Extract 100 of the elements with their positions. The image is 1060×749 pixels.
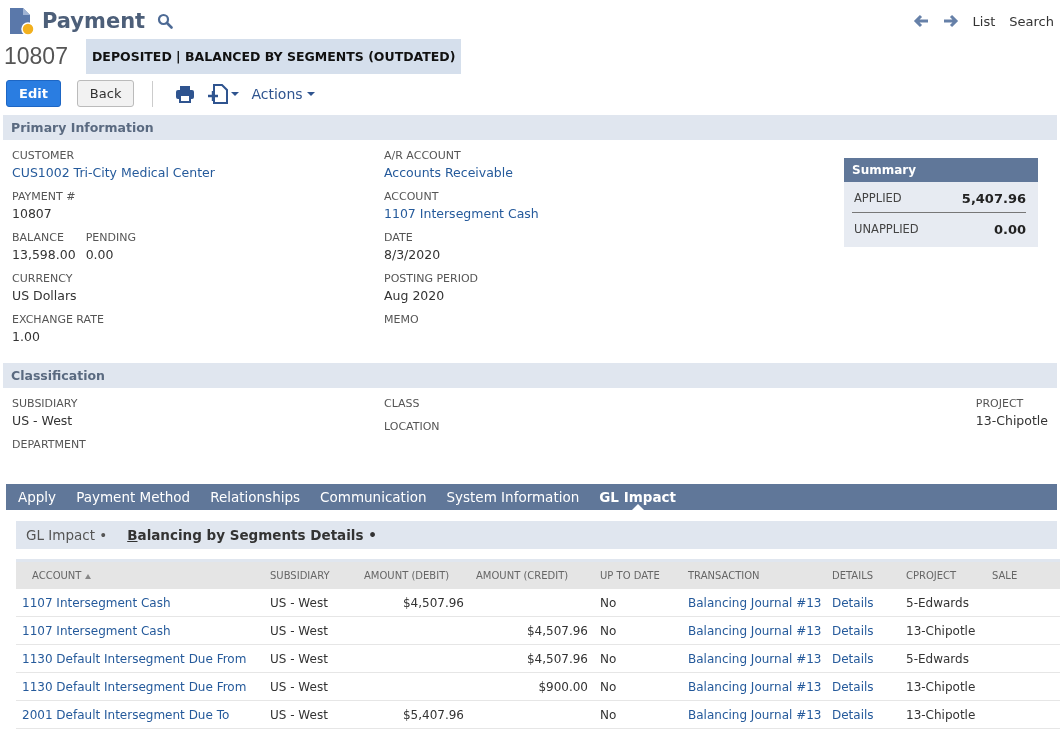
field-label: LOCATION (384, 419, 440, 435)
search-icon[interactable] (157, 13, 174, 29)
field-value: 10807 (12, 205, 53, 223)
column-header[interactable]: SUBSIDIARY (264, 562, 358, 589)
field-link[interactable]: CUS1002 Tri-City Medical Center (12, 165, 215, 180)
new-document-button[interactable] (207, 83, 240, 104)
field-label: SUBSIDIARY (12, 396, 78, 412)
column-header[interactable]: SALE (988, 562, 1060, 589)
table-link[interactable]: 1130 Default Intersegment Due From (22, 679, 247, 694)
status-banner: DEPOSITED | BALANCED BY SEGMENTS (OUTDATED) (85, 38, 462, 74)
table-link[interactable]: Balancing Journal #13 (688, 679, 822, 694)
column-header[interactable]: AMOUNT (DEBIT) (358, 562, 470, 589)
nav-link[interactable]: Search (1009, 13, 1054, 29)
table-link[interactable]: Details (832, 679, 874, 694)
table-link[interactable]: 1107 Intersegment Cash (22, 595, 171, 610)
column-header[interactable]: UP TO DATE (594, 562, 682, 589)
field-value: 13,598.00 (12, 246, 76, 264)
actions-menu[interactable]: Actions (251, 85, 315, 102)
field-label: CLASS (384, 396, 420, 412)
section-header: Primary Information (3, 115, 1057, 140)
table-link[interactable]: Details (832, 595, 874, 610)
field-label: PROJECT (975, 396, 1025, 412)
table-cell: 13-Chipotle (906, 707, 976, 722)
table-cell: No (600, 707, 617, 722)
field-value: US - West (12, 412, 74, 430)
subtab[interactable]: GL Impact • (26, 527, 108, 543)
tab[interactable]: Payment Method (76, 484, 191, 510)
table-cell: No (600, 679, 617, 694)
table-cell: 5-Edwards (906, 651, 969, 666)
field-value: 0.00 (85, 246, 115, 264)
left-arrow-icon[interactable] (912, 14, 929, 28)
table-cell: No (600, 651, 617, 666)
printer-icon[interactable] (175, 84, 196, 103)
tab[interactable]: Communication (320, 484, 427, 510)
summary-label: APPLIED (854, 191, 902, 206)
table-link[interactable]: Balancing Journal #13 (688, 623, 822, 638)
caret-icon (306, 91, 315, 96)
table-cell: US - West (270, 679, 328, 694)
section-header: Classification (3, 363, 1057, 388)
page-title: Payment (42, 9, 146, 33)
tab[interactable]: Relationships (210, 484, 301, 510)
back-button[interactable]: Back (76, 80, 135, 107)
field-value: 8/3/2020 (384, 246, 441, 264)
table-link[interactable]: 1107 Intersegment Cash (22, 623, 171, 638)
tab[interactable]: GL Impact (599, 484, 676, 510)
record-number: 10807 (4, 42, 68, 70)
table-cell: US - West (270, 707, 328, 722)
field-label: DATE (384, 230, 414, 246)
table-cell: $900.00 (538, 679, 588, 694)
field-label: CURRENCY (12, 271, 74, 287)
field-label: A/R ACCOUNT (384, 148, 462, 164)
table-cell: US - West (270, 651, 328, 666)
table-cell: US - West (270, 623, 328, 638)
column-header[interactable]: AMOUNT (CREDIT) (470, 562, 594, 589)
field-label: ACCOUNT (384, 189, 440, 205)
table-cell: $4,507.96 (402, 595, 464, 610)
table-cell: $5,407.96 (402, 707, 464, 722)
add-document-icon (207, 83, 230, 104)
tab[interactable]: Apply (18, 484, 57, 510)
column-header[interactable]: DETAILS (826, 562, 900, 589)
summary-value: 5,407.96 (961, 191, 1026, 206)
table-cell: $4,507.96 (526, 651, 588, 666)
field-label: POSTING PERIOD (384, 271, 479, 287)
field-label: CUSTOMER (12, 148, 76, 164)
summary-label: UNAPPLIED (854, 222, 919, 237)
tab[interactable]: System Information (446, 484, 580, 510)
field-label: PAYMENT # (12, 189, 76, 205)
table-link[interactable]: 1130 Default Intersegment Due From (22, 651, 247, 666)
subtab[interactable]: Balancing by Segments Details • (127, 527, 377, 543)
field-label: DEPARTMENT (12, 437, 86, 453)
column-header[interactable]: TRANSACTION (682, 562, 826, 589)
column-header[interactable]: CPROJECT (900, 562, 988, 589)
actions-label: Actions (251, 85, 303, 102)
sort-arrow-icon (85, 573, 92, 579)
table-link[interactable]: 2001 Default Intersegment Due To (22, 707, 230, 722)
field-label: PENDING (85, 230, 136, 246)
table-link[interactable]: Balancing Journal #13 (688, 651, 822, 666)
field-value: Aug 2020 (384, 287, 446, 305)
table-cell: No (600, 595, 617, 610)
field-link[interactable]: 1107 Intersegment Cash (384, 206, 539, 221)
nav-link[interactable]: List (972, 13, 996, 29)
table-link[interactable]: Details (832, 623, 874, 638)
field-label: BALANCE (12, 230, 65, 246)
table-cell: 13-Chipotle (906, 623, 976, 638)
table-cell: 13-Chipotle (906, 679, 976, 694)
table-link[interactable]: Balancing Journal #13 (688, 707, 822, 722)
edit-button[interactable]: Edit (6, 80, 61, 107)
column-header[interactable]: ACCOUNT (16, 562, 264, 589)
table-cell: 5-Edwards (906, 595, 969, 610)
field-value: US Dollars (12, 287, 77, 305)
table-link[interactable]: Details (832, 707, 874, 722)
summary-value: 0.00 (993, 222, 1026, 237)
field-label: EXCHANGE RATE (12, 312, 104, 328)
field-link[interactable]: Accounts Receivable (384, 165, 513, 180)
caret-icon (231, 91, 240, 96)
field-label: MEMO (384, 312, 419, 328)
right-arrow-icon[interactable] (942, 14, 959, 28)
table-link[interactable]: Details (832, 651, 874, 666)
table-link[interactable]: Balancing Journal #13 (688, 595, 822, 610)
field-value: 1.00 (12, 328, 41, 346)
